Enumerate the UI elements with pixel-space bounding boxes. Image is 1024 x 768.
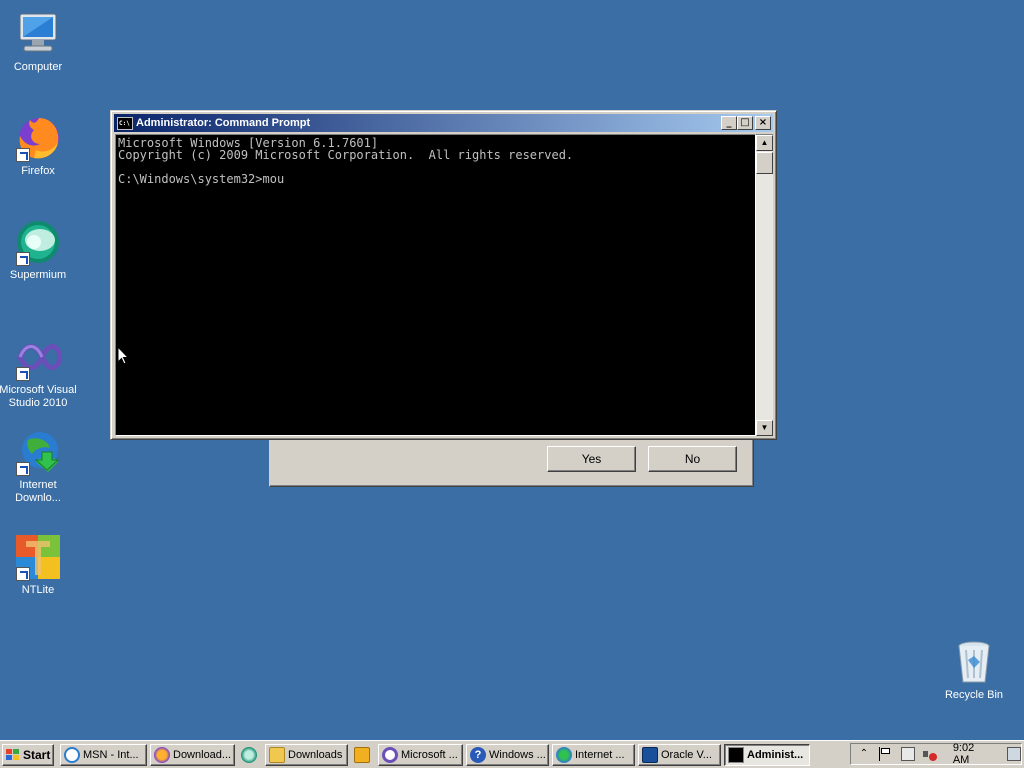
taskbar-item-label: Internet ... xyxy=(575,748,625,761)
desktop-icon-firefox[interactable]: Firefox xyxy=(0,114,78,178)
console-prompt-line: C:\Windows\system32>mou xyxy=(118,172,285,186)
volume-muted-icon[interactable] xyxy=(922,747,937,761)
supermium-icon xyxy=(241,746,257,763)
desktop-icon-label: Supermium xyxy=(9,269,67,281)
visual-studio-icon xyxy=(14,333,63,381)
visual-studio-icon xyxy=(382,746,398,763)
firefox-icon xyxy=(154,746,170,763)
taskbar-item-oracle-virtualbox[interactable]: Oracle V... xyxy=(638,743,721,766)
recycle-bin-icon xyxy=(950,638,998,686)
shortcut-arrow-icon xyxy=(16,252,30,266)
confirmation-dialog: Yes No xyxy=(269,436,754,487)
ntlite-icon xyxy=(14,533,62,581)
scroll-thumb[interactable] xyxy=(756,152,773,174)
taskbar-item-label: Oracle V... xyxy=(661,748,712,761)
desktop-icon-visual-studio[interactable]: Microsoft Visual Studio 2010 xyxy=(0,333,78,410)
desktop-icon-label: Firefox xyxy=(21,165,55,177)
taskbar: Start MSN - Int... Download... Downloads… xyxy=(0,740,1024,768)
taskbar-item-media[interactable] xyxy=(351,744,375,766)
help-icon: ? xyxy=(470,746,486,763)
taskbar-item-label: Microsoft ... xyxy=(401,748,458,761)
cmd-icon xyxy=(728,746,744,763)
taskbar-item-internet-download-manager[interactable]: Internet ... xyxy=(552,743,635,766)
desktop-icon-label: Recycle Bin xyxy=(944,689,1004,701)
yes-button[interactable]: Yes xyxy=(547,446,636,472)
internet-download-manager-icon xyxy=(14,428,62,476)
taskbar-item-label: Windows ... xyxy=(489,748,546,761)
shortcut-arrow-icon xyxy=(16,462,30,476)
computer-icon xyxy=(14,10,62,58)
taskbar-item-label: Administ... xyxy=(747,748,804,761)
system-tray: ⌃ 9:02 AM xyxy=(850,742,1022,766)
taskbar-item-label: Download... xyxy=(173,748,232,761)
shortcut-arrow-icon xyxy=(16,148,30,162)
taskbar-item-microsoft[interactable]: Microsoft ... xyxy=(378,743,463,766)
clock[interactable]: 9:02 AM xyxy=(953,742,993,766)
media-icon xyxy=(354,746,370,763)
cmd-icon xyxy=(117,116,133,130)
taskbar-item-download[interactable]: Download... xyxy=(150,743,235,766)
minimize-button[interactable]: _ xyxy=(721,116,737,130)
taskbar-item-label: Downloads xyxy=(288,748,343,761)
ie-icon xyxy=(64,746,80,763)
firefox-icon xyxy=(14,114,62,162)
desktop-icon-label: NTLite xyxy=(21,584,55,596)
window-title: Administrator: Command Prompt xyxy=(136,117,311,129)
console-output[interactable]: Microsoft Windows [Version 6.1.7601] Copy… xyxy=(115,134,756,436)
start-button[interactable]: Start xyxy=(2,743,54,766)
taskbar-item-downloads-folder[interactable]: Downloads xyxy=(265,743,348,766)
virtualbox-icon xyxy=(642,746,658,763)
start-label: Start xyxy=(23,747,51,762)
no-button[interactable]: No xyxy=(648,446,737,472)
shortcut-arrow-icon xyxy=(16,567,30,581)
console-line: Copyright (c) 2009 Microsoft Corporation… xyxy=(118,148,574,162)
desktop-icon-computer[interactable]: Computer xyxy=(0,10,78,74)
taskbar-item-label: MSN - Int... xyxy=(83,748,139,761)
desktop-icon-supermium[interactable]: Supermium xyxy=(0,218,78,282)
desktop-icon-label: Microsoft Visual Studio 2010 xyxy=(0,384,77,409)
desktop-icon-label: Internet Downlo... xyxy=(15,479,61,504)
show-desktop-icon[interactable] xyxy=(1007,747,1021,761)
taskbar-item-windows-help[interactable]: ? Windows ... xyxy=(466,743,549,766)
internet-download-manager-icon xyxy=(556,746,572,763)
maximize-button[interactable]: □ xyxy=(737,116,753,130)
shortcut-arrow-icon xyxy=(16,367,30,381)
mouse-cursor-icon xyxy=(117,346,129,365)
desktop-icon-recycle-bin[interactable]: Recycle Bin xyxy=(934,638,1014,702)
scroll-down-icon[interactable]: ▼ xyxy=(756,420,773,436)
desktop-icon-label: Computer xyxy=(13,61,63,73)
supermium-icon xyxy=(14,218,62,266)
taskbar-item-command-prompt[interactable]: Administ... xyxy=(724,743,810,766)
windows-logo-icon xyxy=(6,748,20,761)
taskbar-item-msn[interactable]: MSN - Int... xyxy=(60,743,147,766)
chevron-up-icon[interactable]: ⌃ xyxy=(857,747,871,761)
taskbar-item-supermium[interactable] xyxy=(238,744,262,766)
vertical-scrollbar[interactable]: ▲ ▼ xyxy=(756,134,773,436)
desktop-icon-internet-download-manager[interactable]: Internet Downlo... xyxy=(0,428,78,505)
command-prompt-window: Administrator: Command Prompt _ □ × Micr… xyxy=(110,110,777,440)
network-icon[interactable] xyxy=(900,747,915,761)
desktop-icon-ntlite[interactable]: NTLite xyxy=(0,533,78,597)
action-center-flag-icon[interactable] xyxy=(878,747,893,761)
window-titlebar[interactable]: Administrator: Command Prompt _ □ × xyxy=(114,114,773,132)
scroll-up-icon[interactable]: ▲ xyxy=(756,135,773,151)
close-button[interactable]: × xyxy=(755,116,771,130)
folder-icon xyxy=(269,746,285,763)
